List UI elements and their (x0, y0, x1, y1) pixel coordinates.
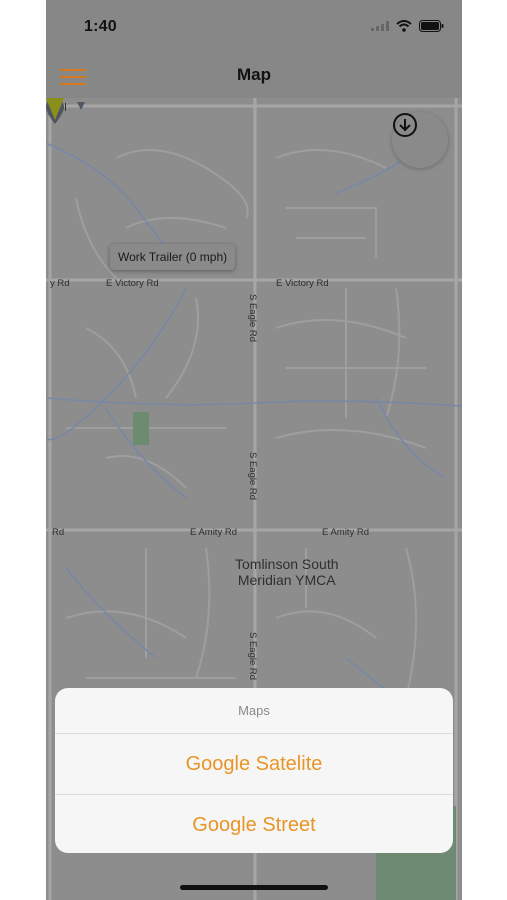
poi-label[interactable]: Tomlinson South Meridian YMCA (235, 556, 339, 588)
vehicle-tooltip: Work Trailer (0 mph) (110, 244, 236, 270)
maps-action-sheet: Maps Google Satelite Google Street (55, 688, 453, 853)
status-bar: 1:40 (46, 0, 462, 52)
triangle-marker-icon[interactable] (46, 98, 64, 120)
home-indicator[interactable] (180, 885, 328, 890)
google-satelite-option[interactable]: Google Satelite (55, 734, 453, 795)
map-label-e-amity-rd-east: E Amity Rd (322, 527, 369, 538)
page-title: Map (237, 65, 271, 84)
poi-label-line2: Meridian YMCA (237, 572, 336, 588)
map-label-s-eagle-rd-middle: S Eagle Rd (247, 452, 258, 501)
map-label-e-amity-rd-west: E Amity Rd (190, 527, 237, 538)
battery-icon (419, 20, 444, 32)
google-street-option[interactable]: Google Street (55, 795, 453, 853)
map-label-s-eagle-rd-north: S Eagle Rd (247, 294, 258, 343)
status-icons (371, 20, 444, 32)
poi-label-line1: Tomlinson South (235, 556, 339, 572)
map-label-amity-fragment: Rd (52, 527, 65, 538)
map-label-victory-fragment: y Rd (50, 278, 70, 289)
status-time: 1:40 (84, 18, 117, 35)
download-button[interactable] (392, 112, 448, 168)
nav-bar: Map (46, 52, 462, 98)
cellular-signal-icon (371, 21, 389, 31)
map-label-s-eagle-rd-south: S Eagle Rd (247, 632, 258, 681)
map-label-e-victory-rd-west: E Victory Rd (106, 278, 159, 289)
download-circle-icon (393, 113, 417, 137)
map-label-e-victory-rd-east: E Victory Rd (276, 278, 329, 289)
action-sheet-title: Maps (55, 688, 453, 734)
wifi-icon (396, 20, 412, 32)
phone-screen: 1:40 Map y Rd E Victory Rd E Victory Rd … (46, 0, 462, 900)
